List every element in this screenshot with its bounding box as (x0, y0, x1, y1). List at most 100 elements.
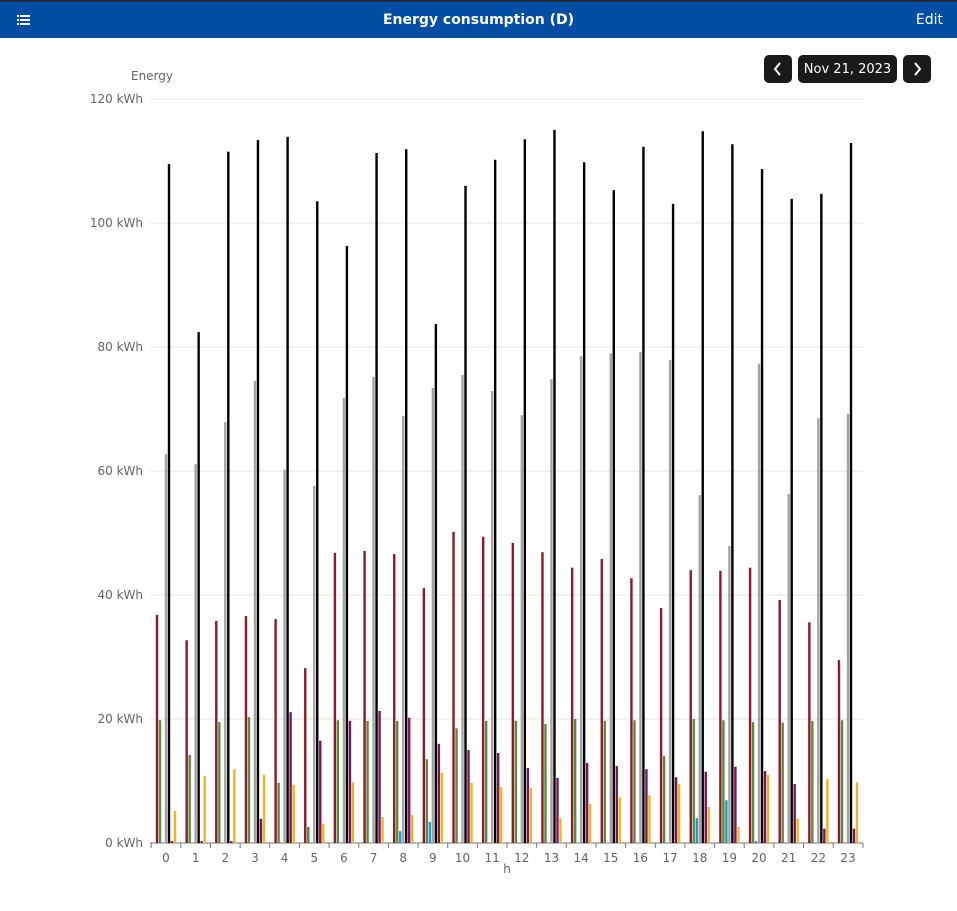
y-tick-label: 120 kWh (90, 92, 143, 106)
bar-series-purple (230, 841, 233, 843)
x-tick-label: 19 (722, 851, 737, 865)
bar-series-green (247, 717, 251, 843)
bar-series-green (811, 720, 814, 843)
bar-series-darkred (808, 622, 811, 843)
bar-series-darkred (570, 567, 574, 843)
bar-series-gray (194, 464, 197, 843)
bar-series-black (256, 139, 260, 844)
bar-series-black (731, 144, 734, 843)
bar-series-gray (431, 387, 435, 843)
bar-series-gray (224, 422, 227, 843)
bar-series-darkred (837, 660, 841, 843)
x-tick-label: 14 (573, 851, 588, 865)
bar-series-green (396, 720, 399, 843)
bar-series-green (781, 722, 784, 843)
bar-series-purple (763, 771, 767, 843)
bar-series-black (227, 151, 230, 843)
bar-series-orange (796, 818, 799, 843)
bar-series-darkred (481, 536, 485, 843)
bar-series-darkred (452, 531, 455, 843)
bar-series-cyan (754, 841, 758, 843)
bar-series-black (820, 193, 823, 844)
bar-series-green (603, 720, 606, 843)
y-tick-label: 100 kWh (90, 216, 143, 230)
bar-series-black (375, 152, 378, 843)
bar-series-green (218, 722, 221, 843)
bar-series-gray (313, 485, 316, 843)
bar-series-green (484, 720, 488, 843)
bar-series-darkred (244, 616, 248, 843)
bar-series-gray (757, 363, 761, 843)
y-tick-label: 40 kWh (97, 588, 143, 602)
bar-series-gray (668, 360, 672, 843)
x-tick-label: 20 (751, 851, 766, 865)
x-tick-label: 3 (251, 851, 259, 865)
bar-series-orange (529, 787, 533, 843)
bar-series-purple (408, 717, 411, 843)
bar-series-orange (707, 807, 710, 843)
bar-series-green (544, 723, 547, 843)
bar-series-black (464, 185, 467, 844)
bar-series-green (366, 720, 369, 843)
x-tick-label: 21 (781, 851, 796, 865)
bar-series-gray (402, 415, 405, 843)
bar-series-green (514, 720, 518, 843)
bar-series-orange (233, 769, 236, 843)
bar-series-purple (734, 766, 737, 843)
bar-series-black (434, 324, 438, 843)
y-tick-label: 0 kWh (105, 836, 143, 850)
bar-series-purple (378, 710, 381, 843)
bar-series-black (493, 159, 497, 843)
x-tick-label: 11 (485, 851, 500, 865)
bar-series-darkred (215, 621, 218, 843)
bar-series-purple (319, 740, 322, 843)
x-tick-label: 23 (840, 851, 855, 865)
bar-series-black (197, 332, 200, 843)
bar-series-darkred (778, 599, 781, 843)
bar-series-black (316, 201, 319, 844)
bar-series-orange (440, 772, 444, 843)
bar-series-gray (372, 376, 375, 843)
x-tick-label: 5 (310, 851, 318, 865)
bar-series-cyan (399, 831, 402, 843)
bar-series-black (790, 198, 793, 843)
bar-series-black (642, 146, 645, 843)
bar-series-gray (550, 379, 553, 843)
bar-series-purple (259, 818, 263, 843)
x-tick-label: 17 (662, 851, 677, 865)
y-tick-label: 20 kWh (97, 712, 143, 726)
bar-series-darkred (393, 554, 396, 843)
bar-series-green (692, 719, 695, 843)
bar-series-cyan (725, 800, 728, 843)
bar-series-purple (496, 753, 500, 843)
x-tick-label: 9 (429, 851, 437, 865)
bar-series-black (553, 130, 556, 843)
bar-series-orange (855, 782, 859, 843)
bar-series-orange (648, 795, 651, 843)
x-tick-label: 12 (514, 851, 529, 865)
bar-series-gray (846, 413, 850, 843)
bar-series-purple (793, 784, 796, 843)
bar-series-black (760, 169, 764, 843)
bar-series-black (523, 139, 527, 844)
bar-series-gray (639, 351, 642, 843)
bar-series-darkred (541, 552, 544, 843)
bar-series-darkred (630, 578, 633, 843)
bar-series-gray (609, 353, 612, 843)
top-app-bar: Energy consumption (D) Edit (0, 0, 957, 38)
x-tick-label: 10 (455, 851, 470, 865)
bar-series-gray (520, 415, 524, 843)
bar-series-darkred (600, 559, 603, 843)
bar-series-green (573, 719, 577, 843)
y-tick-label: 80 kWh (97, 340, 143, 354)
bar-series-gray (461, 374, 464, 843)
bar-series-purple (615, 766, 618, 843)
bar-series-orange (292, 784, 295, 843)
bar-series-darkred (422, 588, 426, 843)
edit-button[interactable]: Edit (916, 12, 943, 28)
bar-series-purple (674, 777, 678, 843)
bar-series-purple (704, 771, 707, 843)
x-tick-label: 7 (370, 851, 378, 865)
bar-series-gray (728, 546, 731, 843)
bar-series-orange (173, 810, 177, 843)
